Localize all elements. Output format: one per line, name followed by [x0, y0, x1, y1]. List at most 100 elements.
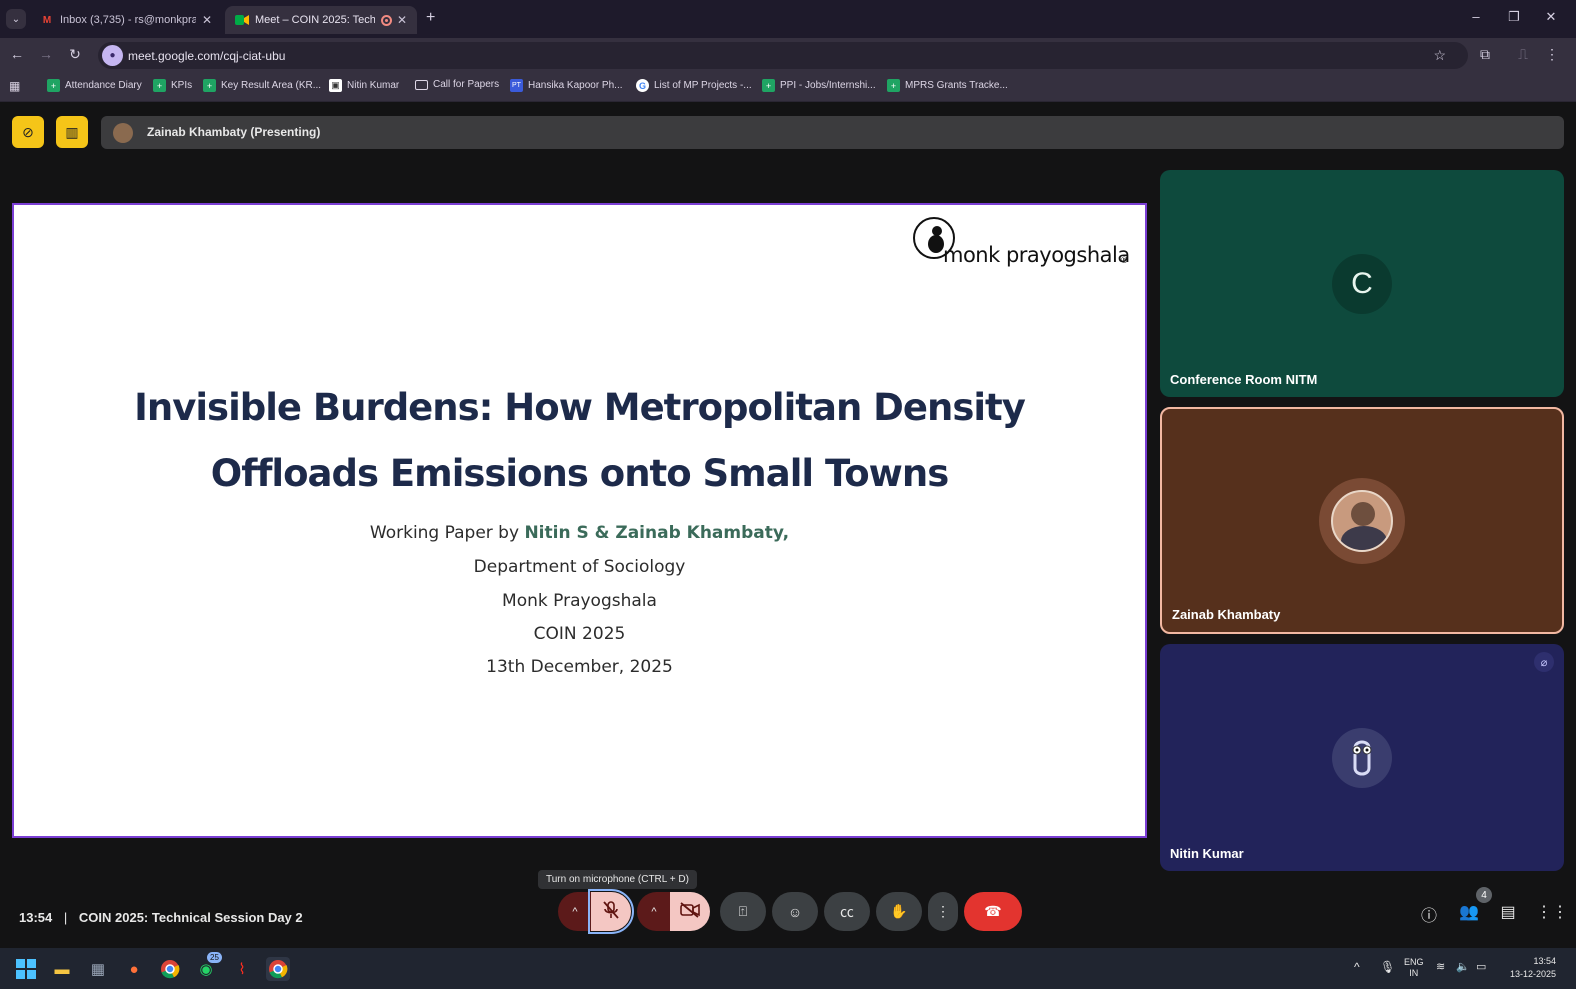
firefox-icon[interactable]: ● [122, 957, 146, 981]
institution: Monk Prayogshala [502, 591, 657, 611]
avatar: C [1332, 253, 1392, 314]
apps-icon[interactable]: ▦ [9, 79, 20, 93]
participant-tile-zainab[interactable]: Zainab Khambaty [1160, 407, 1564, 634]
bookmark-attendance-diary[interactable]: + Attendance Diary [47, 79, 142, 92]
microphone-toggle-button[interactable] [588, 889, 634, 934]
presenter-label: Zainab Khambaty (Presenting) [147, 125, 321, 139]
pt-icon: PT [510, 79, 523, 92]
microphone-tray-icon[interactable]: 🎙 [1380, 960, 1395, 974]
meeting-info: 13:54 | COIN 2025: Technical Session Day… [19, 910, 303, 925]
tab-label: Meet – COIN 2025: Technic [255, 14, 375, 26]
participant-name: Nitin Kumar [1170, 846, 1244, 861]
acrobat-icon[interactable]: ⌇ [230, 957, 254, 981]
calculator-icon[interactable]: ▦ [86, 957, 110, 981]
activities-icon[interactable]: ⋮⋮ [1536, 902, 1568, 924]
chevron-up-icon: ^ [651, 905, 657, 918]
avatar [113, 123, 133, 143]
captions-button[interactable]: ㏄ [824, 892, 870, 931]
event: COIN 2025 [533, 624, 626, 644]
meet-window: ⊘ ▥ Zainab Khambaty (Presenting) monk pr… [0, 102, 1576, 948]
minimize-icon[interactable]: – [1466, 9, 1486, 24]
slide-title: Invisible Burdens: How Metropolitan Dens… [54, 375, 1105, 507]
gmail-icon: M [42, 14, 52, 26]
pin-icon[interactable]: ⎍ [1514, 46, 1532, 63]
participant-tile-nitin[interactable]: ⌀ Nitin Kumar [1160, 644, 1564, 871]
byline: Working Paper by Nitin S & Zainab Khamba… [14, 523, 1145, 543]
window-close-icon[interactable]: ✕ [1541, 9, 1561, 25]
layout-icon: ▥ [65, 123, 79, 140]
forward-icon[interactable]: → [37, 46, 55, 62]
battery-icon[interactable]: ▭ [1476, 960, 1486, 973]
bookmark-ppi-jobs[interactable]: + PPI - Jobs/Internshi... [762, 79, 876, 92]
restore-icon[interactable]: ❐ [1504, 9, 1524, 25]
bookmark-mprs-grants[interactable]: + MPRS Grants Tracke... [887, 79, 1008, 92]
more-vert-icon: ⋮ [936, 903, 950, 919]
language-indicator[interactable]: ENG IN [1404, 957, 1424, 979]
sheets-icon: + [153, 79, 166, 92]
sheets-icon: + [203, 79, 216, 92]
reload-icon[interactable]: ↻ [66, 46, 84, 63]
avatar [1332, 727, 1392, 788]
leave-call-button[interactable]: ☎ [964, 892, 1022, 931]
slide-title-line-2: Offloads Emissions onto Small Towns [210, 452, 949, 495]
new-tab-button[interactable]: + [426, 9, 435, 27]
more-options-button[interactable]: ⋮ [928, 892, 958, 931]
speaking-ring [1319, 477, 1405, 564]
close-icon[interactable]: ✕ [397, 13, 407, 27]
extensions-icon[interactable]: ⧉ [1476, 46, 1494, 63]
raise-hand-button[interactable]: ✋ [876, 892, 922, 931]
close-icon[interactable]: ✕ [202, 13, 212, 27]
present-screen-icon: ⍐ [738, 903, 748, 919]
hangup-icon: ☎ [984, 903, 1002, 919]
recording-icon [381, 14, 392, 26]
participant-name: Zainab Khambaty [1172, 607, 1281, 622]
mic-off-icon [603, 901, 619, 922]
reactions-button[interactable]: ☺ [772, 892, 818, 931]
bookmark-key-result-area[interactable]: + Key Result Area (KR... [203, 79, 321, 92]
stop-presenting-button[interactable]: ⊘ [12, 116, 44, 148]
chrome-active-icon[interactable] [266, 957, 290, 981]
chat-icon[interactable]: ▤ [1497, 902, 1519, 924]
avatar [1331, 489, 1393, 552]
browser-menu-icon[interactable]: ⋮ [1543, 46, 1561, 63]
chevron-down-icon: ⌄ [11, 13, 21, 25]
layout-button[interactable]: ▥ [56, 116, 88, 148]
video-options-button[interactable]: ^ [637, 892, 671, 931]
wifi-icon[interactable]: ≋ [1436, 960, 1445, 973]
meeting-time: 13:54 [19, 910, 53, 925]
camera-toggle-button[interactable] [670, 892, 710, 931]
people-icon[interactable]: 👥 [1458, 902, 1480, 924]
registered-mark: ® [1121, 255, 1128, 265]
volume-icon[interactable]: 🔈 [1456, 960, 1470, 973]
address-bar[interactable]: ● meet.google.com/cqj-ciat-ubu ☆ [98, 42, 1468, 69]
participant-tile-conference-room[interactable]: C Conference Room NITM [1160, 170, 1564, 397]
authors: Nitin S & Zainab Khambaty, [524, 523, 790, 543]
windows-start-icon[interactable] [14, 957, 38, 981]
date: 13th December, 2025 [486, 657, 673, 677]
meeting-details-icon[interactable]: ⓘ [1418, 902, 1440, 925]
bookmark-hansika-kapoor[interactable]: PT Hansika Kapoor Ph... [510, 79, 623, 92]
bookmark-mp-projects[interactable]: G List of MP Projects -... [636, 79, 752, 92]
tab-gmail[interactable]: M Inbox (3,735) - rs@monkprayo ✕ [30, 6, 222, 34]
tab-meet[interactable]: Meet – COIN 2025: Technic ✕ [225, 6, 417, 34]
audio-options-button[interactable]: ^ [558, 892, 592, 931]
present-screen-button[interactable]: ⍐ [720, 892, 766, 931]
folder-icon: . [415, 79, 428, 90]
bookmark-kpis[interactable]: + KPIs [153, 79, 192, 92]
captions-icon: ㏄ [840, 903, 854, 920]
taskbar-clock[interactable]: 13:54 13-12-2025 [1502, 955, 1556, 981]
tab-search-button[interactable]: ⌄ [6, 9, 26, 29]
bookmark-nitin-kumar[interactable]: ▣ Nitin Kumar [329, 79, 399, 92]
bookmarks-bar: ▦ + Attendance Diary + KPIs + Key Result Ar… [0, 72, 1576, 102]
file-explorer-icon[interactable]: ▬ [50, 957, 74, 981]
meet-icon [235, 13, 249, 27]
browser-tab-strip: ⌄ M Inbox (3,735) - rs@monkprayo ✕ Meet … [0, 0, 1576, 38]
chrome-icon[interactable] [158, 957, 182, 981]
bookmark-star-icon[interactable]: ☆ [1433, 47, 1446, 64]
tray-overflow-icon[interactable]: ^ [1354, 960, 1360, 974]
back-icon[interactable]: ← [8, 46, 26, 62]
camera-off-icon [680, 902, 700, 921]
bookmark-call-for-papers[interactable]: .Call for Papers [415, 79, 499, 90]
site-info-icon[interactable]: ● [102, 45, 123, 66]
present-off-icon: ⊘ [22, 123, 34, 140]
